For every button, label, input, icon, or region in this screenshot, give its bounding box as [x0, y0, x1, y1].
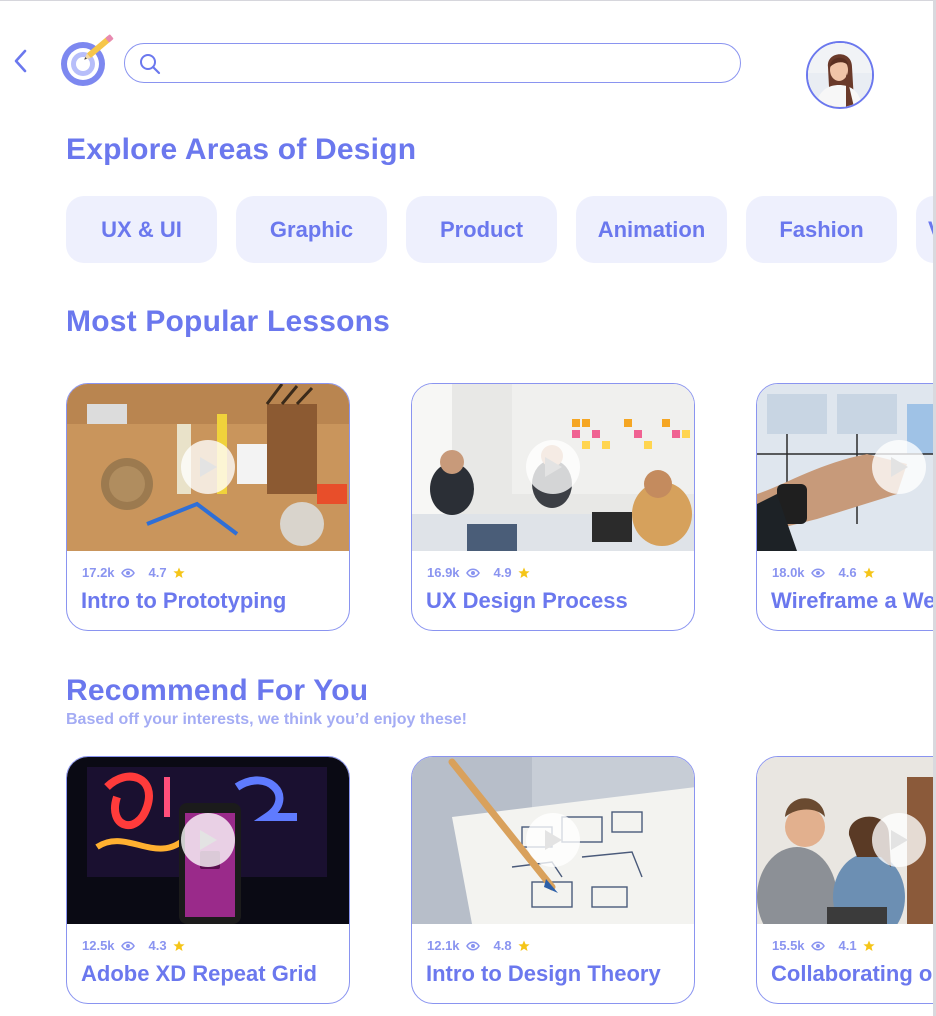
star-icon: [863, 940, 875, 951]
star-icon: [173, 567, 185, 578]
lesson-meta: 15.5k 4.1: [772, 938, 875, 953]
star-icon: [173, 940, 185, 951]
play-button[interactable]: [526, 813, 580, 867]
play-button[interactable]: [872, 813, 926, 867]
search-bar[interactable]: [124, 43, 741, 83]
lesson-title: Wireframe a Website: [771, 588, 933, 613]
view-count: 12.5k: [82, 938, 115, 953]
eye-icon: [810, 567, 825, 578]
app-viewport: Explore Areas of Design UX & UI Graphic …: [0, 0, 933, 1016]
search-input[interactable]: [169, 50, 733, 78]
lesson-card-ux-process[interactable]: 16.9k 4.9 UX Design Process: [411, 383, 695, 631]
star-icon: [863, 567, 875, 578]
top-border: [0, 0, 933, 1]
recommended-card-collaborating[interactable]: 15.5k 4.1 Collaborating on Designs: [756, 756, 933, 1004]
recommend-title: Recommend For You: [66, 674, 369, 707]
category-chips: UX & UI Graphic Product Animation Fashio…: [66, 196, 933, 266]
eye-icon: [465, 567, 480, 578]
play-button[interactable]: [181, 440, 235, 494]
app-logo[interactable]: [58, 30, 122, 88]
lesson-meta: 17.2k 4.7: [82, 565, 185, 580]
search-icon: [140, 54, 161, 75]
recommended-card-design-theory[interactable]: 12.1k 4.8 Intro to Design Theory: [411, 756, 695, 1004]
play-button[interactable]: [872, 440, 926, 494]
lesson-title: Intro to Design Theory: [426, 961, 661, 986]
category-chip-ux-ui[interactable]: UX & UI: [66, 196, 217, 263]
lesson-meta: 16.9k 4.9: [427, 565, 530, 580]
view-count: 18.0k: [772, 565, 805, 580]
recommended-card-xd-repeat-grid[interactable]: 12.5k 4.3 Adobe XD Repeat Grid: [66, 756, 350, 1004]
view-count: 15.5k: [772, 938, 805, 953]
play-icon: [545, 830, 562, 850]
lesson-card-wireframe[interactable]: 18.0k 4.6 Wireframe a Website: [756, 383, 933, 631]
category-chip-fashion[interactable]: Fashion: [746, 196, 897, 263]
star-icon: [518, 567, 530, 578]
lesson-meta: 12.1k 4.8: [427, 938, 530, 953]
recommend-subtitle: Based off your interests, we think you’d…: [66, 711, 467, 728]
rating-value: 4.8: [493, 938, 512, 953]
rating-value: 4.7: [148, 565, 167, 580]
user-avatar[interactable]: [806, 41, 874, 109]
eye-icon: [120, 940, 135, 951]
lesson-title: Collaborating on Designs: [771, 961, 933, 986]
explore-title: Explore Areas of Design: [66, 133, 417, 166]
rating-value: 4.3: [148, 938, 167, 953]
play-icon: [891, 457, 908, 477]
play-icon: [200, 457, 217, 477]
category-chip-partial[interactable]: V: [916, 196, 933, 263]
play-icon: [545, 457, 562, 477]
eye-icon: [810, 940, 825, 951]
category-chip-product[interactable]: Product: [406, 196, 557, 263]
lesson-title: Intro to Prototyping: [81, 588, 287, 613]
eye-icon: [465, 940, 480, 951]
lesson-title: Adobe XD Repeat Grid: [81, 961, 317, 986]
lesson-meta: 12.5k 4.3: [82, 938, 185, 953]
view-count: 17.2k: [82, 565, 115, 580]
chevron-left-icon: [14, 49, 27, 73]
lesson-title: UX Design Process: [426, 588, 628, 613]
lesson-card-prototyping[interactable]: 17.2k 4.7 Intro to Prototyping: [66, 383, 350, 631]
lesson-meta: 18.0k 4.6: [772, 565, 875, 580]
category-chip-animation[interactable]: Animation: [576, 196, 727, 263]
avatar-photo: [808, 43, 872, 107]
target-pencil-logo: [61, 34, 114, 86]
rating-value: 4.1: [838, 938, 857, 953]
back-button[interactable]: [8, 46, 32, 76]
view-count: 16.9k: [427, 565, 460, 580]
play-button[interactable]: [181, 813, 235, 867]
play-icon: [200, 830, 217, 850]
play-icon: [891, 830, 908, 850]
eye-icon: [120, 567, 135, 578]
play-button[interactable]: [526, 440, 580, 494]
category-chip-graphic[interactable]: Graphic: [236, 196, 387, 263]
rating-value: 4.6: [838, 565, 857, 580]
popular-title: Most Popular Lessons: [66, 305, 391, 338]
rating-value: 4.9: [493, 565, 512, 580]
star-icon: [518, 940, 530, 951]
view-count: 12.1k: [427, 938, 460, 953]
